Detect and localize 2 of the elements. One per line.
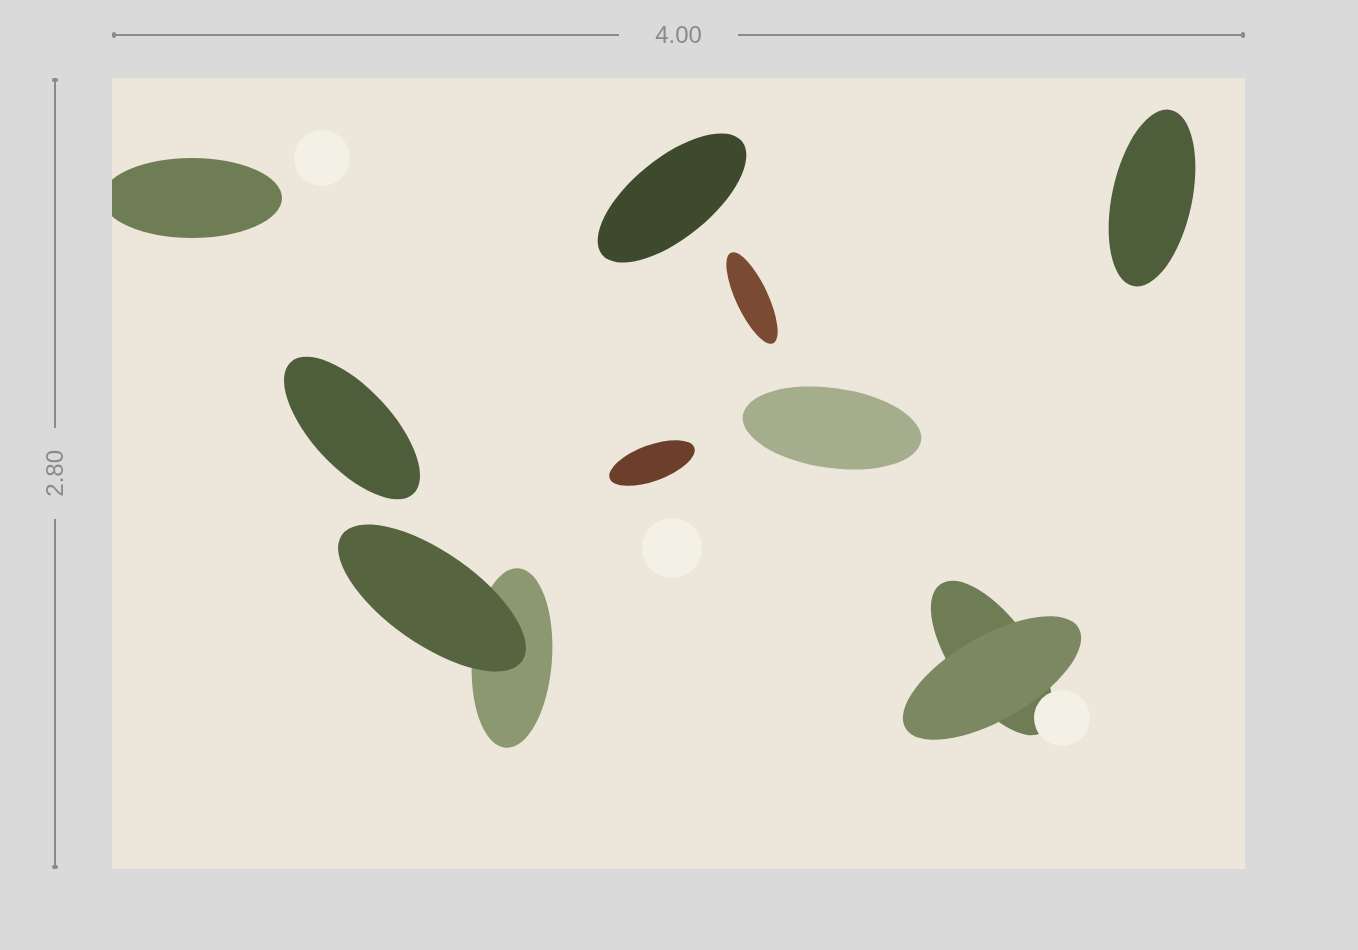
- height-label: 2.80: [44, 450, 66, 497]
- width-label: 4.00: [655, 25, 702, 45]
